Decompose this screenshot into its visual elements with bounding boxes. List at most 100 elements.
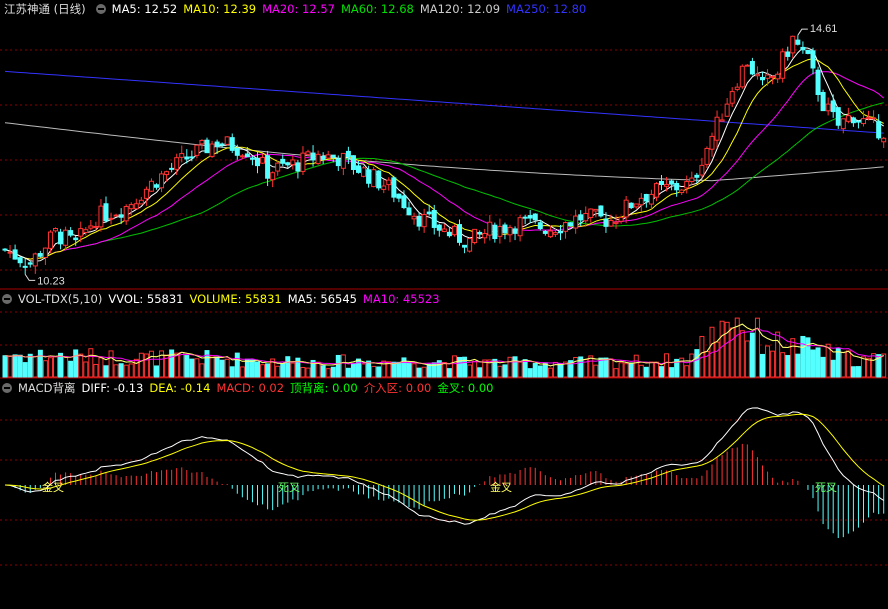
- candle-body: [310, 152, 316, 161]
- volume-bar: [285, 356, 291, 378]
- candle-body: [648, 193, 654, 205]
- macd-header: MACD背离 DIFF: -0.13 DEA: -0.14 MACD: 0.02 顶背…: [0, 379, 505, 397]
- volume-bar: [633, 354, 639, 378]
- candle-body: [472, 228, 478, 244]
- candle-body: [295, 162, 301, 172]
- volume-bar: [497, 365, 503, 378]
- candle: [633, 203, 639, 209]
- candle-body: [734, 86, 740, 90]
- volume-bar: [729, 327, 735, 378]
- candle-body: [431, 210, 437, 228]
- candle-body: [345, 150, 351, 158]
- candle: [881, 136, 887, 149]
- candle-body: [68, 230, 74, 236]
- volume-bar: [527, 368, 533, 378]
- volume-bar: [108, 350, 114, 378]
- volume-bar: [63, 356, 69, 378]
- macd-indicator-name[interactable]: MACD背离: [18, 379, 75, 397]
- candle: [270, 171, 276, 188]
- candle: [568, 222, 574, 227]
- volume-bar: [815, 347, 821, 378]
- volume-bar: [790, 338, 796, 378]
- candle: [340, 152, 346, 176]
- volume-indicator-name[interactable]: VOL-TDX(5,10): [18, 290, 102, 308]
- candle-body: [214, 141, 220, 148]
- candle-body: [2, 248, 8, 251]
- candle-body: [53, 228, 58, 232]
- candle-body: [184, 156, 190, 160]
- volume-bar: [871, 353, 877, 378]
- candle-body: [547, 230, 553, 238]
- volume-settings-dot-icon[interactable]: [2, 294, 12, 304]
- settings-dot-icon[interactable]: [95, 4, 106, 14]
- candle-body: [446, 231, 452, 237]
- candle: [53, 227, 58, 233]
- candle: [350, 155, 356, 175]
- candle-body: [613, 221, 619, 224]
- volume-bar: [345, 367, 351, 378]
- candle-body: [396, 193, 402, 199]
- macd-header-item-3: 顶背离: 0.00: [290, 381, 358, 395]
- candle-body: [653, 183, 659, 198]
- candle: [709, 132, 715, 157]
- candle: [623, 195, 629, 224]
- candle-body: [573, 215, 579, 229]
- candle-body: [154, 184, 159, 188]
- volume-bar: [350, 362, 356, 378]
- candle: [492, 222, 498, 243]
- candle-body: [522, 216, 528, 219]
- volume-bar: [255, 361, 260, 378]
- candle-body: [729, 91, 735, 104]
- candle-body: [754, 73, 760, 77]
- volume-bar: [512, 356, 518, 378]
- candle: [391, 175, 397, 203]
- volume-bar: [330, 366, 336, 378]
- volume-bar: [724, 321, 730, 378]
- death-cross-label: 死叉: [278, 482, 300, 494]
- candle-body: [78, 228, 84, 237]
- candle: [825, 97, 831, 116]
- candle: [497, 218, 503, 244]
- macd-header-item-0: DIFF: -0.13: [81, 381, 144, 395]
- volume-bar: [507, 356, 513, 378]
- golden-cross-label: 金叉: [42, 480, 64, 494]
- macd-settings-dot-icon[interactable]: [2, 383, 12, 393]
- candle-body: [866, 117, 872, 120]
- volume-bar: [451, 355, 457, 378]
- candle-body: [325, 154, 331, 159]
- candle-body: [12, 249, 18, 260]
- candle: [800, 41, 806, 54]
- candle: [275, 160, 281, 176]
- volume-bar: [689, 353, 695, 378]
- candle-body: [704, 147, 710, 165]
- volume-bar: [446, 368, 452, 378]
- vol-header-item-0: VVOL: 55831: [108, 292, 184, 306]
- candle-body: [608, 219, 614, 227]
- candle-body: [371, 169, 377, 188]
- candle: [780, 48, 786, 83]
- volume-bar: [315, 361, 321, 378]
- candle: [573, 209, 579, 234]
- candle: [795, 35, 801, 46]
- candle: [320, 152, 326, 164]
- volume-bar: [416, 367, 422, 378]
- candle: [522, 214, 528, 225]
- candle-body: [568, 222, 574, 227]
- volume-bar: [643, 366, 649, 378]
- volume-bar: [881, 353, 887, 378]
- volume-bar: [219, 359, 225, 378]
- stock-title[interactable]: 江苏神通 (日线): [4, 0, 86, 18]
- candle: [487, 215, 493, 241]
- volume-bar: [7, 356, 13, 378]
- candle-body: [659, 180, 664, 186]
- candle-body: [143, 188, 149, 199]
- volume-bar: [209, 355, 215, 378]
- candle: [446, 228, 452, 238]
- candle-body: [275, 162, 281, 172]
- candle-body: [689, 177, 695, 182]
- candle-body: [628, 202, 634, 209]
- candle-body: [22, 265, 28, 268]
- candle: [411, 212, 417, 225]
- price-header-item-1: MA10: 12.39: [183, 2, 257, 16]
- candle: [653, 182, 659, 202]
